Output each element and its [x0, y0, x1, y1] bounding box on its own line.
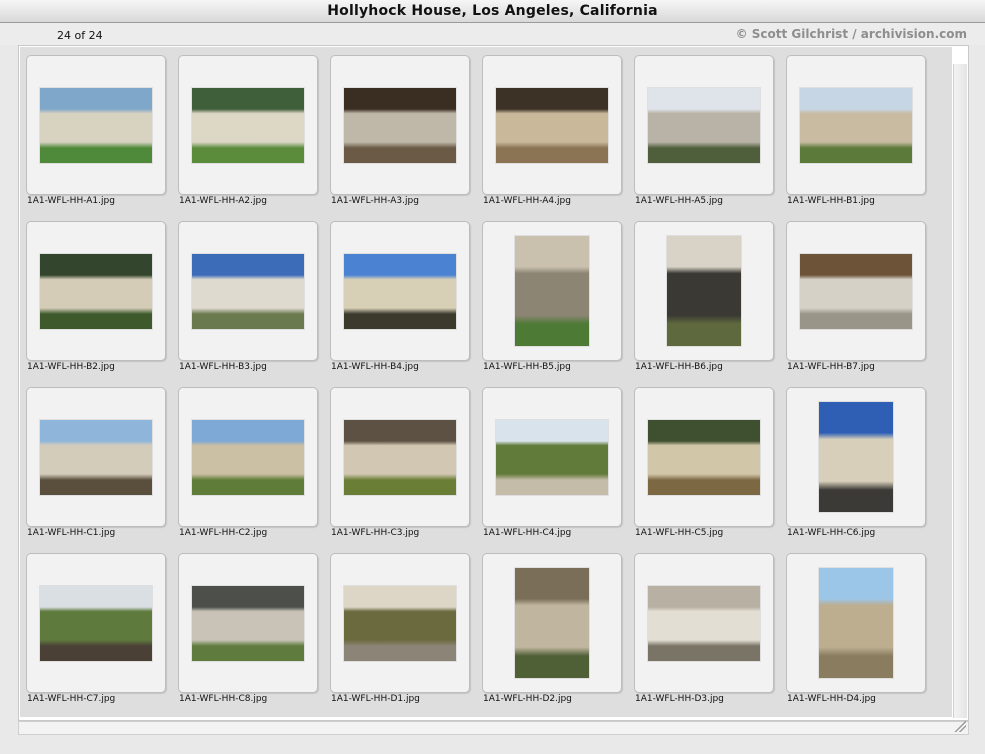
thumbnail-filename: 1A1-WFL-HH-D2.jpg [483, 694, 572, 704]
thumbnail-image [515, 236, 589, 346]
thumbnail-image [819, 568, 893, 678]
thumbnail-image [667, 236, 741, 346]
thumbnail-filename: 1A1-WFL-HH-A3.jpg [331, 196, 419, 206]
thumbnail-image [800, 254, 912, 329]
thumbnail-filename: 1A1-WFL-HH-D3.jpg [635, 694, 724, 704]
info-bar: 24 of 24 © Scott Gilchrist / archivision… [0, 23, 985, 45]
thumbnail-filename: 1A1-WFL-HH-B5.jpg [483, 362, 571, 372]
thumbnail-tile[interactable] [786, 387, 926, 527]
thumbnail-tile[interactable] [786, 553, 926, 693]
thumbnail-image [515, 568, 589, 678]
thumbnail-filename: 1A1-WFL-HH-C1.jpg [27, 528, 116, 538]
thumbnail-filename: 1A1-WFL-HH-C5.jpg [635, 528, 724, 538]
thumbnail-filename: 1A1-WFL-HH-A2.jpg [179, 196, 267, 206]
thumbnail-filename: 1A1-WFL-HH-A5.jpg [635, 196, 723, 206]
thumbnail-filename: 1A1-WFL-HH-B1.jpg [787, 196, 875, 206]
thumbnail-filename: 1A1-WFL-HH-C2.jpg [179, 528, 268, 538]
thumbnail-filename: 1A1-WFL-HH-D1.jpg [331, 694, 420, 704]
thumbnail-filename: 1A1-WFL-HH-C4.jpg [483, 528, 572, 538]
thumbnail-tile[interactable] [482, 55, 622, 195]
thumbnail-image [192, 586, 304, 661]
thumbnail-tile[interactable] [26, 55, 166, 195]
thumbnail-tile[interactable] [634, 221, 774, 361]
thumbnail-filename: 1A1-WFL-HH-A4.jpg [483, 196, 571, 206]
thumbnail-tile[interactable] [482, 553, 622, 693]
thumbnail-image [192, 254, 304, 329]
thumbnail-image [648, 420, 760, 495]
thumbnail-tile[interactable] [330, 553, 470, 693]
thumbnail-image [648, 586, 760, 661]
thumbnail-tile[interactable] [786, 55, 926, 195]
item-count: 24 of 24 [57, 29, 103, 42]
thumbnail-image [192, 88, 304, 163]
thumbnail-filename: 1A1-WFL-HH-C6.jpg [787, 528, 876, 538]
thumbnail-tile[interactable] [634, 553, 774, 693]
thumbnail-image [496, 420, 608, 495]
thumbnail-image [344, 586, 456, 661]
thumbnail-tile[interactable] [26, 221, 166, 361]
thumbnail-filename: 1A1-WFL-HH-B6.jpg [635, 362, 723, 372]
thumbnail-tile[interactable] [178, 55, 318, 195]
thumbnail-tile[interactable] [634, 55, 774, 195]
horizontal-scrollbar[interactable] [18, 719, 969, 735]
resize-grip-icon[interactable] [953, 719, 966, 732]
thumbnail-tile[interactable] [178, 553, 318, 693]
thumbnail-tile[interactable] [330, 55, 470, 195]
copyright-notice: © Scott Gilchrist / archivision.com [735, 27, 967, 41]
thumbnail-grid: 1A1-WFL-HH-A1.jpg 1A1-WFL-HH-A2.jpg 1A1-WF… [20, 47, 952, 717]
thumbnail-tile[interactable] [786, 221, 926, 361]
thumbnail-tile[interactable] [26, 553, 166, 693]
thumbnail-image [800, 88, 912, 163]
thumbnail-image [40, 88, 152, 163]
thumbnail-tile[interactable] [330, 387, 470, 527]
thumbnail-filename: 1A1-WFL-HH-C7.jpg [27, 694, 116, 704]
thumbnail-filename: 1A1-WFL-HH-C3.jpg [331, 528, 420, 538]
thumbnail-image [344, 254, 456, 329]
thumbnail-tile[interactable] [178, 221, 318, 361]
thumbnail-tile[interactable] [330, 221, 470, 361]
thumbnail-filename: 1A1-WFL-HH-B3.jpg [179, 362, 267, 372]
thumbnail-image [648, 88, 760, 163]
thumbnail-image [819, 402, 893, 512]
thumbnail-tile[interactable] [482, 387, 622, 527]
vertical-scrollbar[interactable] [953, 64, 967, 718]
thumbnail-tile[interactable] [178, 387, 318, 527]
thumbnail-filename: 1A1-WFL-HH-A1.jpg [27, 196, 115, 206]
thumbnail-tile[interactable] [26, 387, 166, 527]
thumbnail-image [344, 420, 456, 495]
thumbnail-scroll-area[interactable]: 1A1-WFL-HH-A1.jpg 1A1-WFL-HH-A2.jpg 1A1-WF… [18, 45, 969, 721]
thumbnail-tile[interactable] [634, 387, 774, 527]
thumbnail-filename: 1A1-WFL-HH-D4.jpg [787, 694, 876, 704]
thumbnail-filename: 1A1-WFL-HH-B2.jpg [27, 362, 115, 372]
thumbnail-tile[interactable] [482, 221, 622, 361]
window-title-bar[interactable]: Hollyhock House, Los Angeles, California [0, 0, 985, 23]
thumbnail-filename: 1A1-WFL-HH-B7.jpg [787, 362, 875, 372]
thumbnail-image [344, 88, 456, 163]
thumbnail-image [40, 420, 152, 495]
thumbnail-filename: 1A1-WFL-HH-C8.jpg [179, 694, 268, 704]
thumbnail-image [192, 420, 304, 495]
thumbnail-image [496, 88, 608, 163]
thumbnail-filename: 1A1-WFL-HH-B4.jpg [331, 362, 419, 372]
thumbnail-image [40, 254, 152, 329]
window-title: Hollyhock House, Los Angeles, California [327, 3, 658, 19]
thumbnail-image [40, 586, 152, 661]
